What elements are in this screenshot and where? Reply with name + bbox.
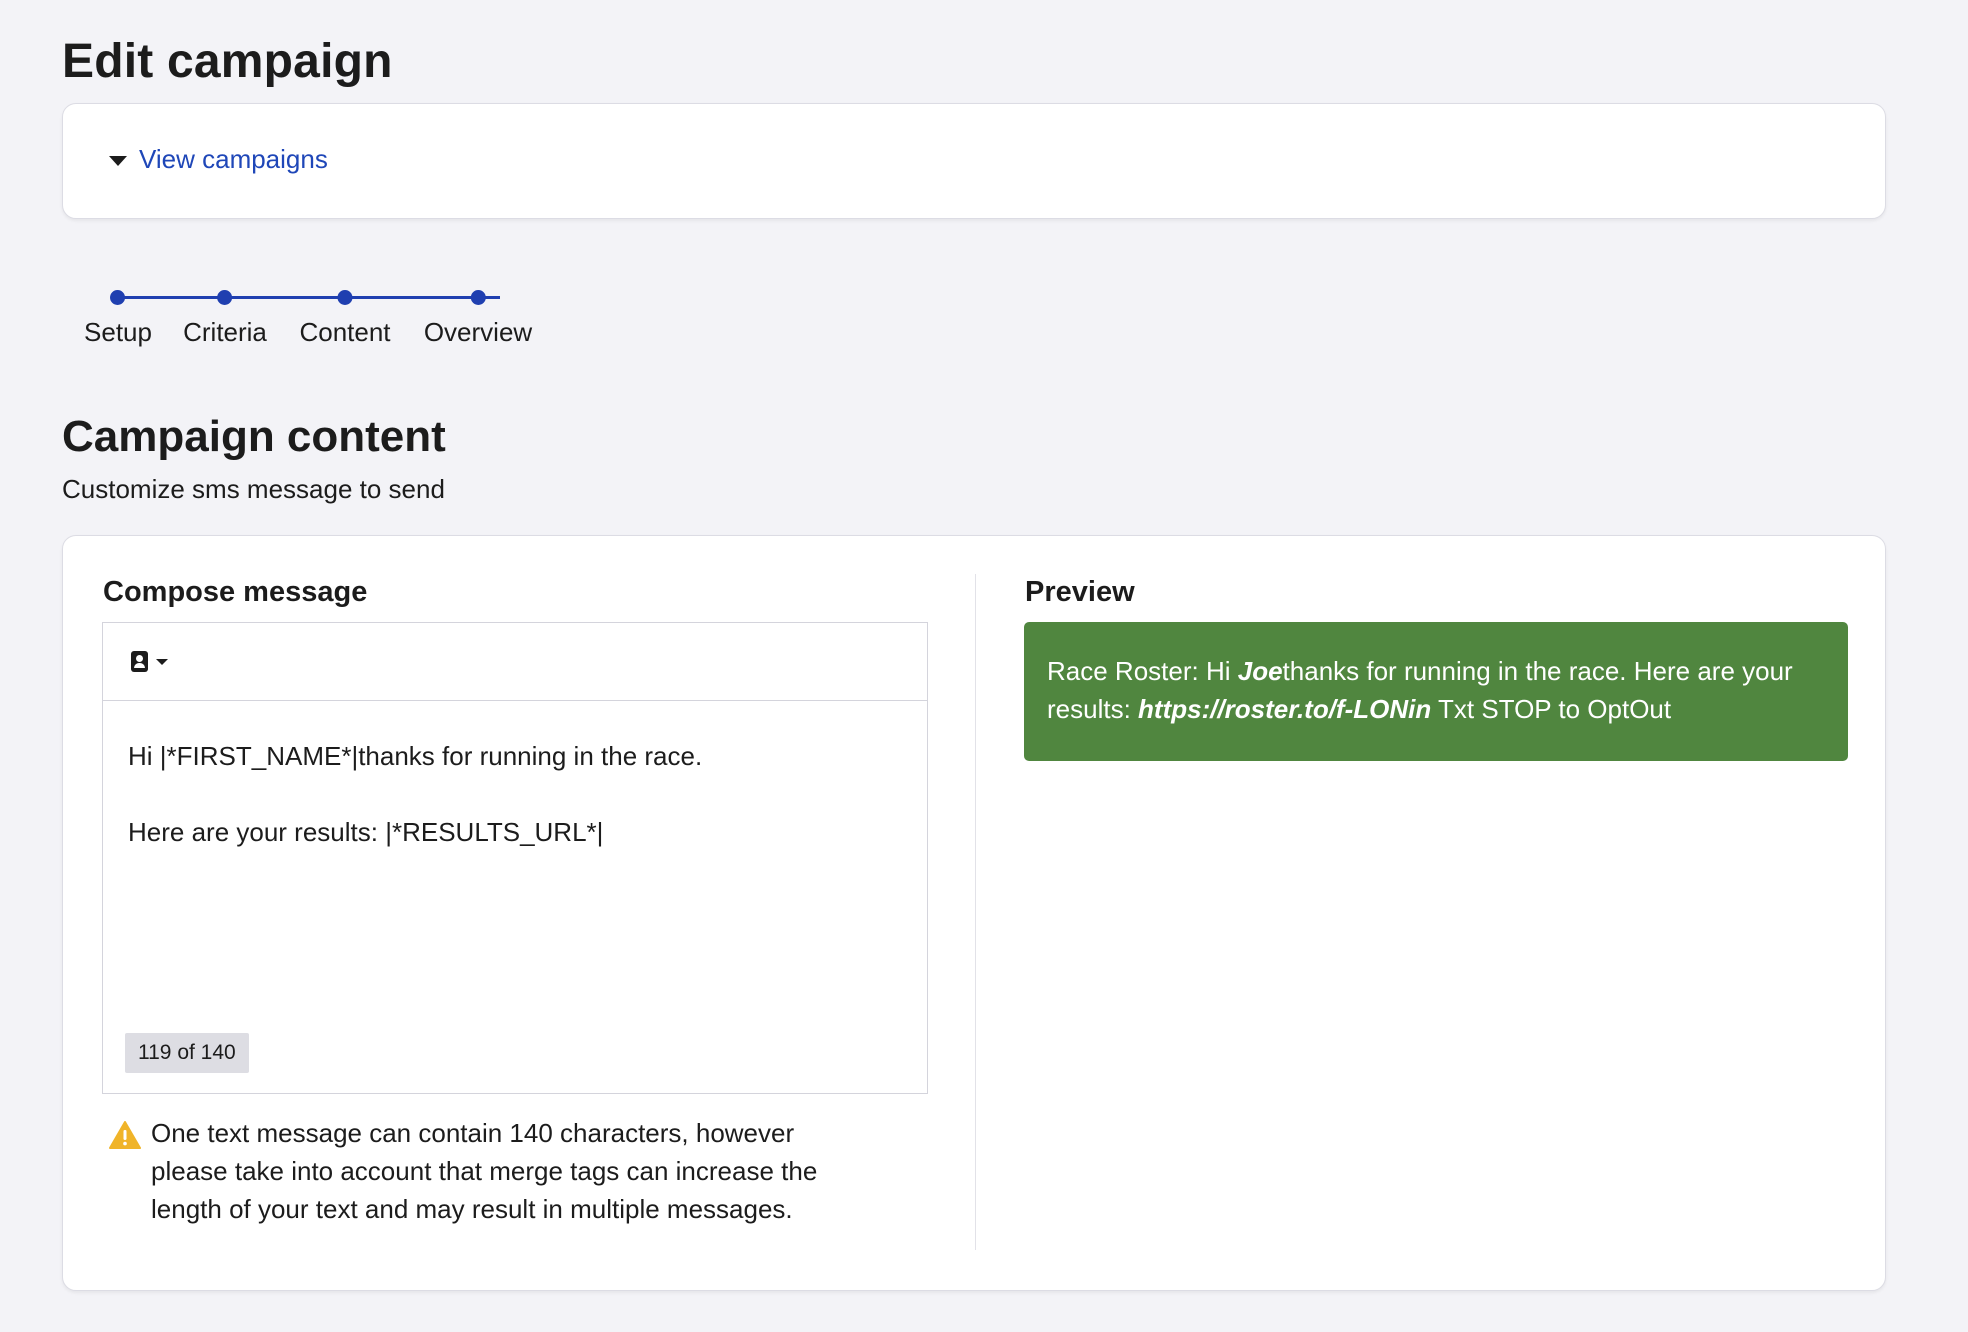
sms-preview-bubble: Race Roster: Hi Joethanks for running in…	[1024, 622, 1848, 761]
view-campaigns-toggle[interactable]: View campaigns	[109, 144, 328, 175]
page-title: Edit campaign	[62, 35, 393, 88]
step-label: Content	[299, 317, 391, 347]
preview-text: Txt STOP to OptOut	[1431, 694, 1672, 724]
view-campaigns-link[interactable]: View campaigns	[139, 144, 328, 175]
preview-first-name: Joe	[1237, 656, 1283, 686]
step-setup[interactable]: Setup	[84, 288, 152, 348]
step-dot	[217, 290, 233, 305]
section-title: Campaign content	[62, 412, 446, 461]
compose-label: Compose message	[103, 576, 368, 608]
character-warning: One text message can contain 140 charact…	[109, 1114, 869, 1228]
step-dot	[110, 290, 126, 305]
message-line: Hi |*FIRST_NAME*|thanks for running in t…	[128, 741, 703, 771]
step-content[interactable]: Content	[299, 288, 391, 348]
message-line: Here are your results: |*RESULTS_URL*|	[128, 817, 604, 847]
compose-editor: Hi |*FIRST_NAME*|thanks for running in t…	[102, 622, 928, 1094]
caret-down-icon	[109, 156, 127, 166]
step-label: Setup	[84, 317, 152, 347]
campaign-stepper: Setup Criteria Content Overview	[84, 288, 564, 348]
step-label: Criteria	[183, 317, 267, 347]
page: Edit campaign View campaigns Setup Crite…	[0, 0, 1968, 1332]
merge-tag-dropdown-button[interactable]	[131, 651, 168, 672]
step-label: Overview	[423, 317, 533, 347]
message-textarea[interactable]: Hi |*FIRST_NAME*|thanks for running in t…	[103, 701, 927, 1021]
character-counter: 119 of 140	[125, 1033, 249, 1073]
contact-card-icon	[131, 651, 148, 672]
preview-label: Preview	[1025, 576, 1135, 608]
step-overview[interactable]: Overview	[424, 288, 532, 348]
chevron-down-icon	[156, 658, 168, 665]
campaign-content-card: Compose message Hi |*FIRST_NAME*|thanks …	[62, 535, 1886, 1291]
step-criteria[interactable]: Criteria	[183, 288, 267, 348]
compose-toolbar	[103, 623, 927, 701]
section-subtitle: Customize sms message to send	[62, 474, 445, 504]
view-campaigns-card: View campaigns	[62, 103, 1886, 219]
warning-triangle-icon	[109, 1121, 141, 1149]
step-dot	[337, 290, 353, 305]
column-divider	[975, 574, 976, 1250]
step-dot	[470, 290, 486, 305]
preview-results-url: https://roster.to/f-LONin	[1138, 694, 1432, 724]
preview-text: Race Roster: Hi	[1047, 656, 1238, 686]
warning-text: One text message can contain 140 charact…	[151, 1118, 818, 1224]
